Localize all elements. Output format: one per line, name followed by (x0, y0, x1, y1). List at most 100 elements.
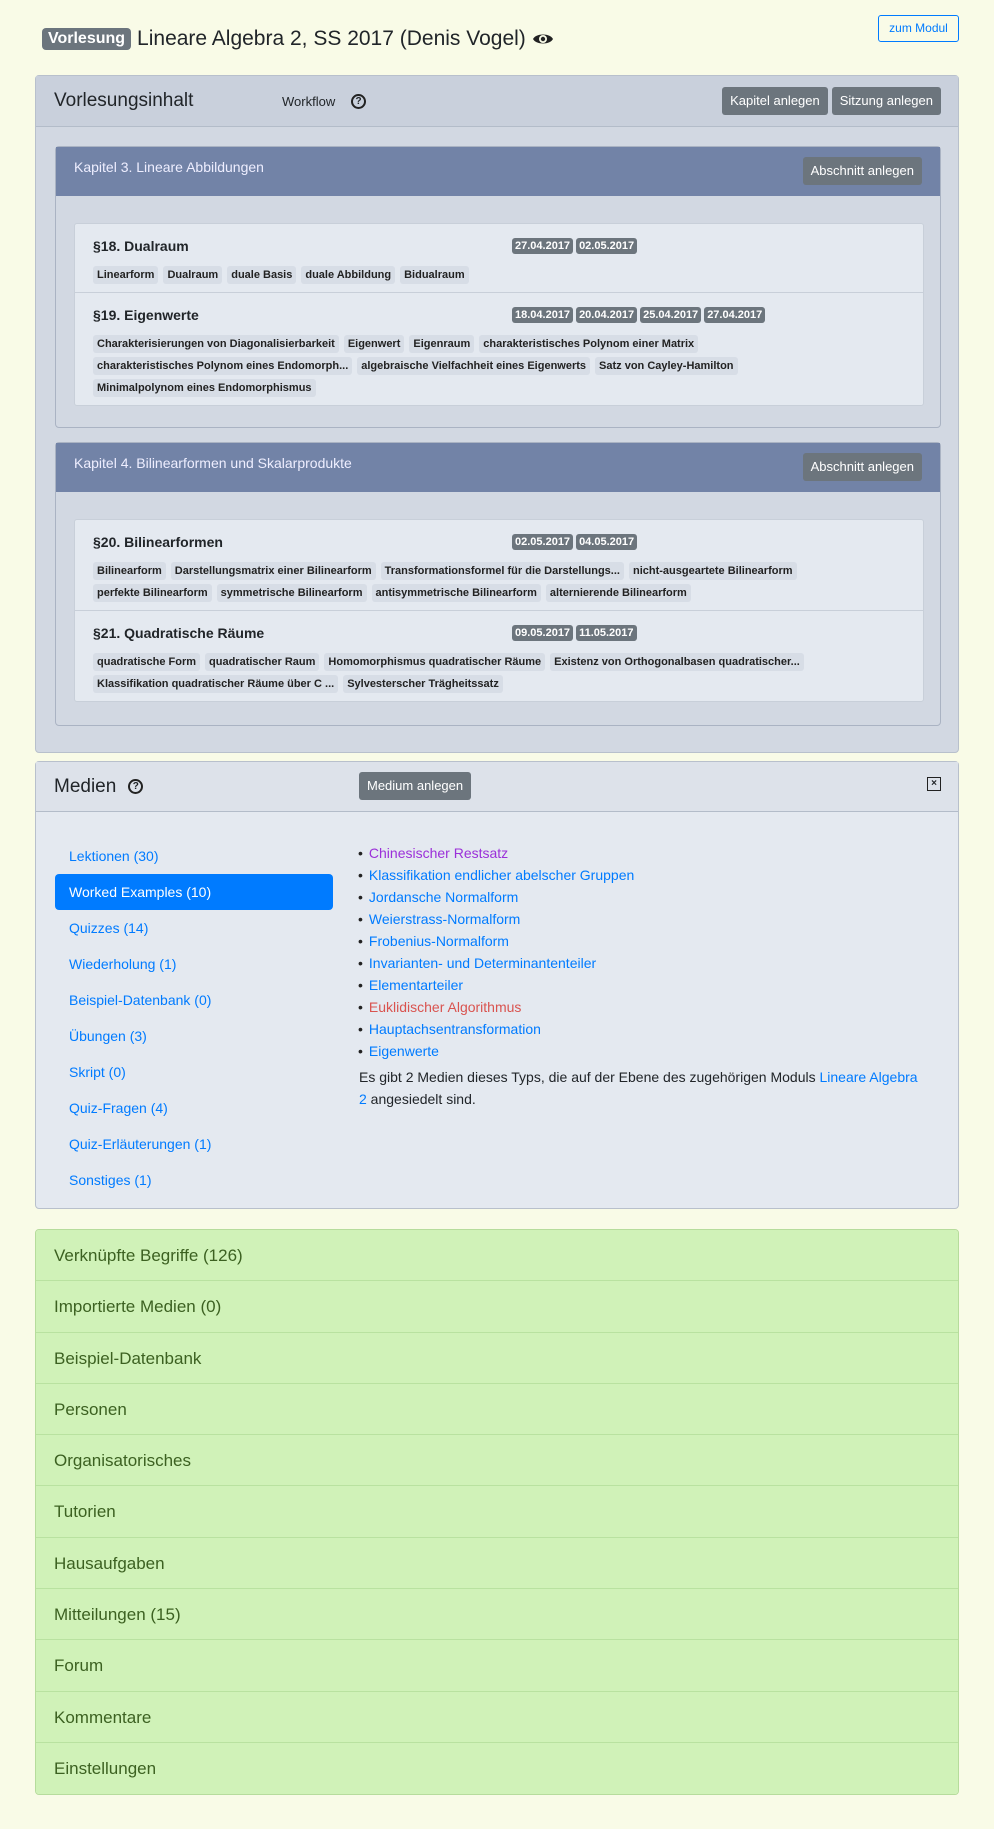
close-icon[interactable]: × (927, 777, 941, 791)
term-tag[interactable]: Bidualraum (400, 266, 469, 284)
date-badge[interactable]: 18.04.2017 (512, 307, 574, 323)
date-badge[interactable]: 25.04.2017 (640, 307, 702, 323)
eye-icon[interactable] (532, 31, 554, 47)
accordion-item[interactable]: Organisatorisches (36, 1435, 958, 1487)
term-tag[interactable]: nicht-ausgeartete Bilinearform (628, 562, 797, 580)
term-tag[interactable]: Existenz von Orthogonalbasen quadratisch… (550, 653, 804, 671)
accordion: Verknüpfte Begriffe (126) Importierte Med… (35, 1229, 959, 1796)
media-note: Es gibt 2 Medien dieses Typs, die auf de… (359, 1066, 929, 1110)
media-link[interactable]: Klassifikation endlicher abelscher Grupp… (369, 867, 634, 883)
term-tag[interactable]: charakteristisches Polynom einer Matrix (479, 335, 699, 353)
term-tag[interactable]: alternierende Bilinearform (545, 584, 691, 602)
chapter-header: Kapitel 3. Lineare Abbildungen Abschnitt … (56, 147, 940, 196)
help-icon[interactable]: ? (351, 93, 366, 109)
list-item: Weierstrass-Normalform (358, 908, 634, 930)
section-item: §18. Dualraum 27.04.2017 02.05.2017 Linearf… (75, 224, 923, 293)
medium-anlegen-button[interactable]: Medium anlegen (359, 772, 472, 800)
media-type-tab[interactable]: Worked Examples (10) (55, 874, 333, 910)
accordion-item[interactable]: Mitteilungen (15) (36, 1589, 958, 1641)
section-title[interactable]: §18. Dualraum (93, 238, 905, 260)
media-link[interactable]: Eigenwerte (369, 1043, 439, 1059)
media-type-tab[interactable]: Quiz-Erläuterungen (1) (55, 1126, 333, 1162)
media-link[interactable]: Elementarteiler (369, 977, 463, 993)
media-type-tab[interactable]: Lektionen (30) (55, 838, 333, 874)
list-item: Frobenius-Normalform (358, 930, 634, 952)
accordion-item[interactable]: Importierte Medien (0) (36, 1281, 958, 1333)
term-tag[interactable]: symmetrische Bilinearform (216, 584, 367, 602)
term-tag[interactable]: Eigenwert (343, 335, 405, 353)
accordion-item[interactable]: Kommentare (36, 1691, 958, 1743)
term-tag[interactable]: Darstellungsmatrix einer Bilinearform (170, 562, 376, 580)
tag-list: Charakterisierungen von Diagonalisierbar… (93, 335, 905, 397)
media-type-tab[interactable]: Quiz-Fragen (4) (55, 1090, 333, 1126)
term-tag[interactable]: Eigenraum (409, 335, 475, 353)
chapter-title[interactable]: Kapitel 4. Bilinearformen und Skalarprod… (74, 455, 352, 471)
date-badge[interactable]: 27.04.2017 (704, 307, 766, 323)
list-item: Invarianten- und Determinantenteiler (358, 952, 634, 974)
date-badge[interactable]: 02.05.2017 (512, 534, 574, 550)
media-link[interactable]: Invarianten- und Determinantenteiler (369, 955, 596, 971)
media-link[interactable]: Chinesischer Restsatz (369, 845, 508, 861)
tag-list: Bilinearform Darstellungsmatrix einer Bil… (93, 562, 905, 602)
chapter-title[interactable]: Kapitel 3. Lineare Abbildungen (74, 159, 264, 175)
accordion-item[interactable]: Einstellungen (36, 1742, 958, 1795)
date-badge[interactable]: 27.04.2017 (512, 238, 574, 254)
accordion-item[interactable]: Beispiel-Datenbank (36, 1332, 958, 1384)
accordion-item[interactable]: Verknüpfte Begriffe (126) (36, 1230, 958, 1282)
date-badge[interactable]: 04.05.2017 (576, 534, 638, 550)
section-title[interactable]: §19. Eigenwerte (93, 307, 905, 329)
term-tag[interactable]: Homomorphismus quadratischer Räume (324, 653, 546, 671)
help-icon[interactable]: ? (128, 779, 144, 794)
abschnitt-anlegen-button[interactable]: Abschnitt anlegen (802, 453, 922, 481)
media-link[interactable]: Hauptachsentransformation (369, 1021, 541, 1037)
kapitel-anlegen-button[interactable]: Kapitel anlegen (722, 87, 828, 115)
accordion-item[interactable]: Hausaufgaben (36, 1537, 958, 1590)
term-tag[interactable]: Klassifikation quadratischer Räume über … (93, 675, 339, 693)
term-tag[interactable]: Minimalpolynom eines Endomorphismus (93, 379, 316, 397)
media-link[interactable]: Euklidischer Algorithmus (369, 999, 522, 1015)
term-tag[interactable]: Sylvesterscher Trägheitssatz (343, 675, 503, 693)
zum-modul-button[interactable]: zum Modul (878, 15, 959, 42)
list-item: Klassifikation endlicher abelscher Grupp… (358, 864, 634, 886)
media-type-tab[interactable]: Skript (0) (55, 1054, 333, 1090)
date-badge[interactable]: 20.04.2017 (576, 307, 638, 323)
accordion-item[interactable]: Forum (36, 1640, 958, 1692)
media-type-tab[interactable]: Übungen (3) (55, 1018, 333, 1054)
section-list: §20. Bilinearformen 02.05.2017 04.05.2017 B… (74, 519, 924, 702)
term-tag[interactable]: Bilinearform (93, 562, 166, 580)
media-link[interactable]: Frobenius-Normalform (369, 933, 509, 949)
abschnitt-anlegen-button[interactable]: Abschnitt anlegen (802, 157, 922, 185)
term-tag[interactable]: Dualraum (163, 266, 223, 284)
section-title[interactable]: §21. Quadratische Räume (93, 625, 905, 647)
session-dates: 27.04.2017 02.05.2017 (512, 238, 638, 254)
term-tag[interactable]: quadratischer Raum (205, 653, 320, 671)
media-type-tab[interactable]: Wiederholung (1) (55, 946, 333, 982)
list-item: Euklidischer Algorithmus (358, 996, 634, 1018)
date-badge[interactable]: 02.05.2017 (576, 238, 638, 254)
term-tag[interactable]: Satz von Cayley-Hamilton (595, 357, 738, 375)
term-tag[interactable]: Charakterisierungen von Diagonalisierbar… (93, 335, 339, 353)
term-tag[interactable]: duale Abbildung (301, 266, 396, 284)
date-badge[interactable]: 09.05.2017 (512, 625, 574, 641)
list-item: Chinesischer Restsatz (358, 842, 634, 864)
date-badge[interactable]: 11.05.2017 (576, 625, 637, 641)
term-tag[interactable]: Transformationsformel für die Darstellun… (380, 562, 624, 580)
term-tag[interactable]: algebraische Vielfachheit eines Eigenwer… (357, 357, 591, 375)
list-item: Jordansche Normalform (358, 886, 634, 908)
term-tag[interactable]: Linearform (93, 266, 159, 284)
term-tag[interactable]: antisymmetrische Bilinearform (371, 584, 541, 602)
term-tag[interactable]: duale Basis (227, 266, 297, 284)
media-link[interactable]: Weierstrass-Normalform (369, 911, 520, 927)
media-type-tab[interactable]: Quizzes (14) (55, 910, 333, 946)
media-type-tab[interactable]: Sonstiges (1) (55, 1162, 333, 1198)
section-item: §21. Quadratische Räume 09.05.2017 11.05.2… (75, 611, 923, 701)
section-title[interactable]: §20. Bilinearformen (93, 534, 905, 556)
accordion-item[interactable]: Personen (36, 1383, 958, 1436)
accordion-item[interactable]: Tutorien (36, 1486, 958, 1538)
term-tag[interactable]: perfekte Bilinearform (93, 584, 212, 602)
media-link[interactable]: Jordansche Normalform (369, 889, 518, 905)
term-tag[interactable]: quadratische Form (93, 653, 201, 671)
sitzung-anlegen-button[interactable]: Sitzung anlegen (831, 87, 941, 115)
term-tag[interactable]: charakteristisches Polynom eines Endomor… (93, 357, 353, 375)
media-type-tab[interactable]: Beispiel-Datenbank (0) (55, 982, 333, 1018)
